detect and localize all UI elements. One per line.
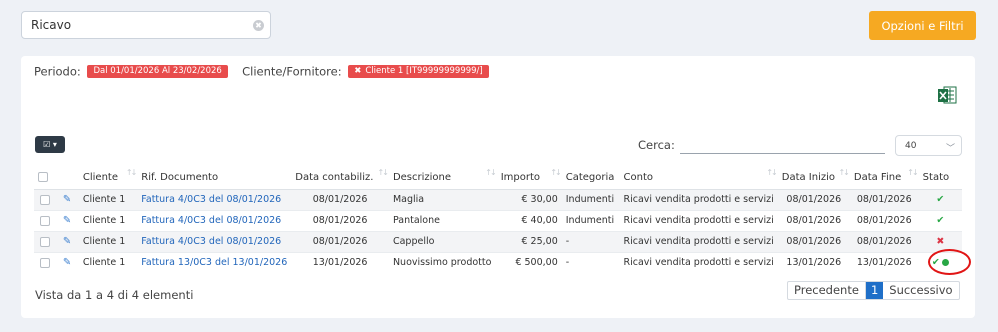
cell-categoria: - [561, 251, 620, 273]
cell-importo: € 40,00 [496, 209, 562, 231]
cell-cliente: Cliente 1 [78, 230, 138, 252]
table-row[interactable]: ✎ Cliente 1 Fattura 4/0C3 del 08/01/2026… [34, 188, 962, 210]
cell-descrizione: Nuovissimo prodotto [388, 251, 497, 273]
edit-icon[interactable]: ✎ [63, 236, 71, 247]
row-checkbox[interactable] [39, 215, 50, 226]
cell-rif-documento[interactable]: Fattura 4/0C3 del 08/01/2026 [137, 230, 292, 252]
excel-export-icon[interactable] [937, 85, 957, 105]
cell-data-fine: 08/01/2026 [849, 209, 919, 231]
cell-descrizione: Pantalone [388, 209, 497, 231]
remove-filter-icon[interactable]: ✖ [354, 66, 361, 76]
cell-data-inizio: 08/01/2026 [777, 230, 850, 252]
row-checkbox[interactable] [39, 257, 50, 268]
cell-rif-documento[interactable]: Fattura 4/0C3 del 08/01/2026 [137, 188, 292, 210]
pagination-prev[interactable]: Precedente [788, 282, 866, 299]
edit-icon[interactable]: ✎ [63, 194, 71, 205]
cell-cliente: Cliente 1 [78, 188, 138, 210]
cell-cliente: Cliente 1 [78, 209, 138, 231]
cell-data-fine: 13/01/2026 [849, 251, 919, 273]
col-conto[interactable]: Conto ↑↓ [619, 166, 778, 190]
pagination-next[interactable]: Successivo [883, 282, 958, 299]
pagination: Precedente 1 Successivo [787, 281, 960, 300]
cell-data-contabilizzazione: 08/01/2026 [291, 188, 389, 210]
active-filters: Periodo: Dal 01/01/2026 Al 23/02/2026 Cl… [34, 64, 489, 79]
cell-descrizione: Cappello [388, 230, 497, 252]
cell-cliente: Cliente 1 [78, 251, 138, 273]
cell-data-inizio: 13/01/2026 [777, 251, 850, 273]
col-cliente[interactable]: Cliente ↑↓ [78, 166, 137, 190]
col-rif-documento[interactable]: Rif. Documento [137, 166, 292, 190]
cell-data-fine: 08/01/2026 [849, 230, 919, 252]
table-header-row: Cliente ↑↓ Rif. Documento Data contabiliz… [34, 166, 962, 190]
results-table: Cliente ↑↓ Rif. Documento Data contabiliz… [34, 166, 962, 273]
row-checkbox[interactable] [39, 194, 50, 205]
page-size-select[interactable]: 40 ﹀ [895, 135, 962, 156]
column-select-button[interactable]: ☑ ▾ [35, 136, 65, 153]
cell-categoria: - [561, 230, 620, 252]
cell-conto: Ricavi vendita prodotti e servizi [619, 188, 778, 210]
options-filters-button[interactable]: Opzioni e Filtri [869, 11, 976, 40]
col-stato[interactable]: Stato [918, 166, 962, 190]
clear-search-icon[interactable]: ✖ [253, 20, 264, 31]
cell-conto: Ricavi vendita prodotti e servizi [619, 209, 778, 231]
cell-data-contabilizzazione: 08/01/2026 [291, 209, 389, 231]
search-input[interactable] [31, 16, 231, 34]
col-categoria[interactable]: Categoria [561, 166, 620, 190]
chevron-down-icon: ﹀ [945, 144, 955, 154]
col-data-contabilizzazione[interactable]: Data contabiliz. ↑↓ [291, 166, 389, 190]
row-checkbox[interactable] [39, 236, 50, 247]
cell-data-inizio: 08/01/2026 [777, 209, 850, 231]
cell-data-inizio: 08/01/2026 [777, 188, 850, 210]
cell-descrizione: Maglia [388, 188, 497, 210]
select-all-cell[interactable] [34, 166, 56, 190]
table-row[interactable]: ✎ Cliente 1 Fattura 4/0C3 del 08/01/2026… [34, 209, 962, 231]
cell-importo: € 500,00 [496, 251, 562, 273]
cell-categoria: Indumenti [561, 188, 620, 210]
table-search-input[interactable] [680, 135, 885, 154]
col-descrizione[interactable]: Descrizione ↑↓ [388, 166, 497, 190]
cell-conto: Ricavi vendita prodotti e servizi [619, 230, 778, 252]
table-row[interactable]: ✎ Cliente 1 Fattura 4/0C3 del 08/01/2026… [34, 230, 962, 252]
search-box[interactable]: ✖ [21, 11, 271, 39]
page-size-value: 40 [905, 141, 917, 151]
table-info: Vista da 1 a 4 di 4 elementi [35, 288, 194, 302]
cell-data-contabilizzazione: 08/01/2026 [291, 230, 389, 252]
period-chip[interactable]: Dal 01/01/2026 Al 23/02/2026 [87, 65, 228, 78]
cell-importo: € 30,00 [496, 188, 562, 210]
status-error-icon: ✖ [936, 236, 945, 247]
col-data-inizio[interactable]: Data Inizio ↑↓ [777, 166, 850, 190]
cell-data-fine: 08/01/2026 [849, 188, 919, 210]
edit-icon[interactable]: ✎ [63, 257, 71, 268]
table-search-label: Cerca: [638, 138, 675, 152]
table-row[interactable]: ✎ Cliente 1 Fattura 13/0C3 del 13/01/202… [34, 251, 962, 273]
cell-rif-documento[interactable]: Fattura 13/0C3 del 13/01/2026 [137, 251, 292, 273]
col-data-fine[interactable]: Data Fine ↑↓ [849, 166, 919, 190]
select-all-checkbox[interactable] [38, 171, 48, 182]
col-importo[interactable]: Importo ↑↓ [496, 166, 562, 190]
client-label: Cliente/Fornitore: [242, 64, 342, 79]
client-chip-label: Cliente 1 [IT99999999999/] [365, 66, 483, 76]
cell-rif-documento[interactable]: Fattura 4/0C3 del 08/01/2026 [137, 209, 292, 231]
pagination-page-1[interactable]: 1 [865, 282, 884, 299]
cell-conto: Ricavi vendita prodotti e servizi [619, 251, 778, 273]
annotation-circle [928, 249, 971, 275]
cell-importo: € 25,00 [496, 230, 562, 252]
cell-data-contabilizzazione: 13/01/2026 [291, 251, 389, 273]
cell-categoria: Indumenti [561, 209, 620, 231]
status-ok-icon: ✔ [936, 215, 945, 226]
results-card: Periodo: Dal 01/01/2026 Al 23/02/2026 Cl… [21, 56, 975, 318]
status-ok-icon: ✔ [936, 194, 945, 205]
column-select-icon: ☑ ▾ [43, 140, 57, 149]
client-chip[interactable]: ✖ Cliente 1 [IT99999999999/] [348, 65, 489, 78]
edit-icon[interactable]: ✎ [63, 215, 71, 226]
period-label: Periodo: [34, 64, 81, 79]
